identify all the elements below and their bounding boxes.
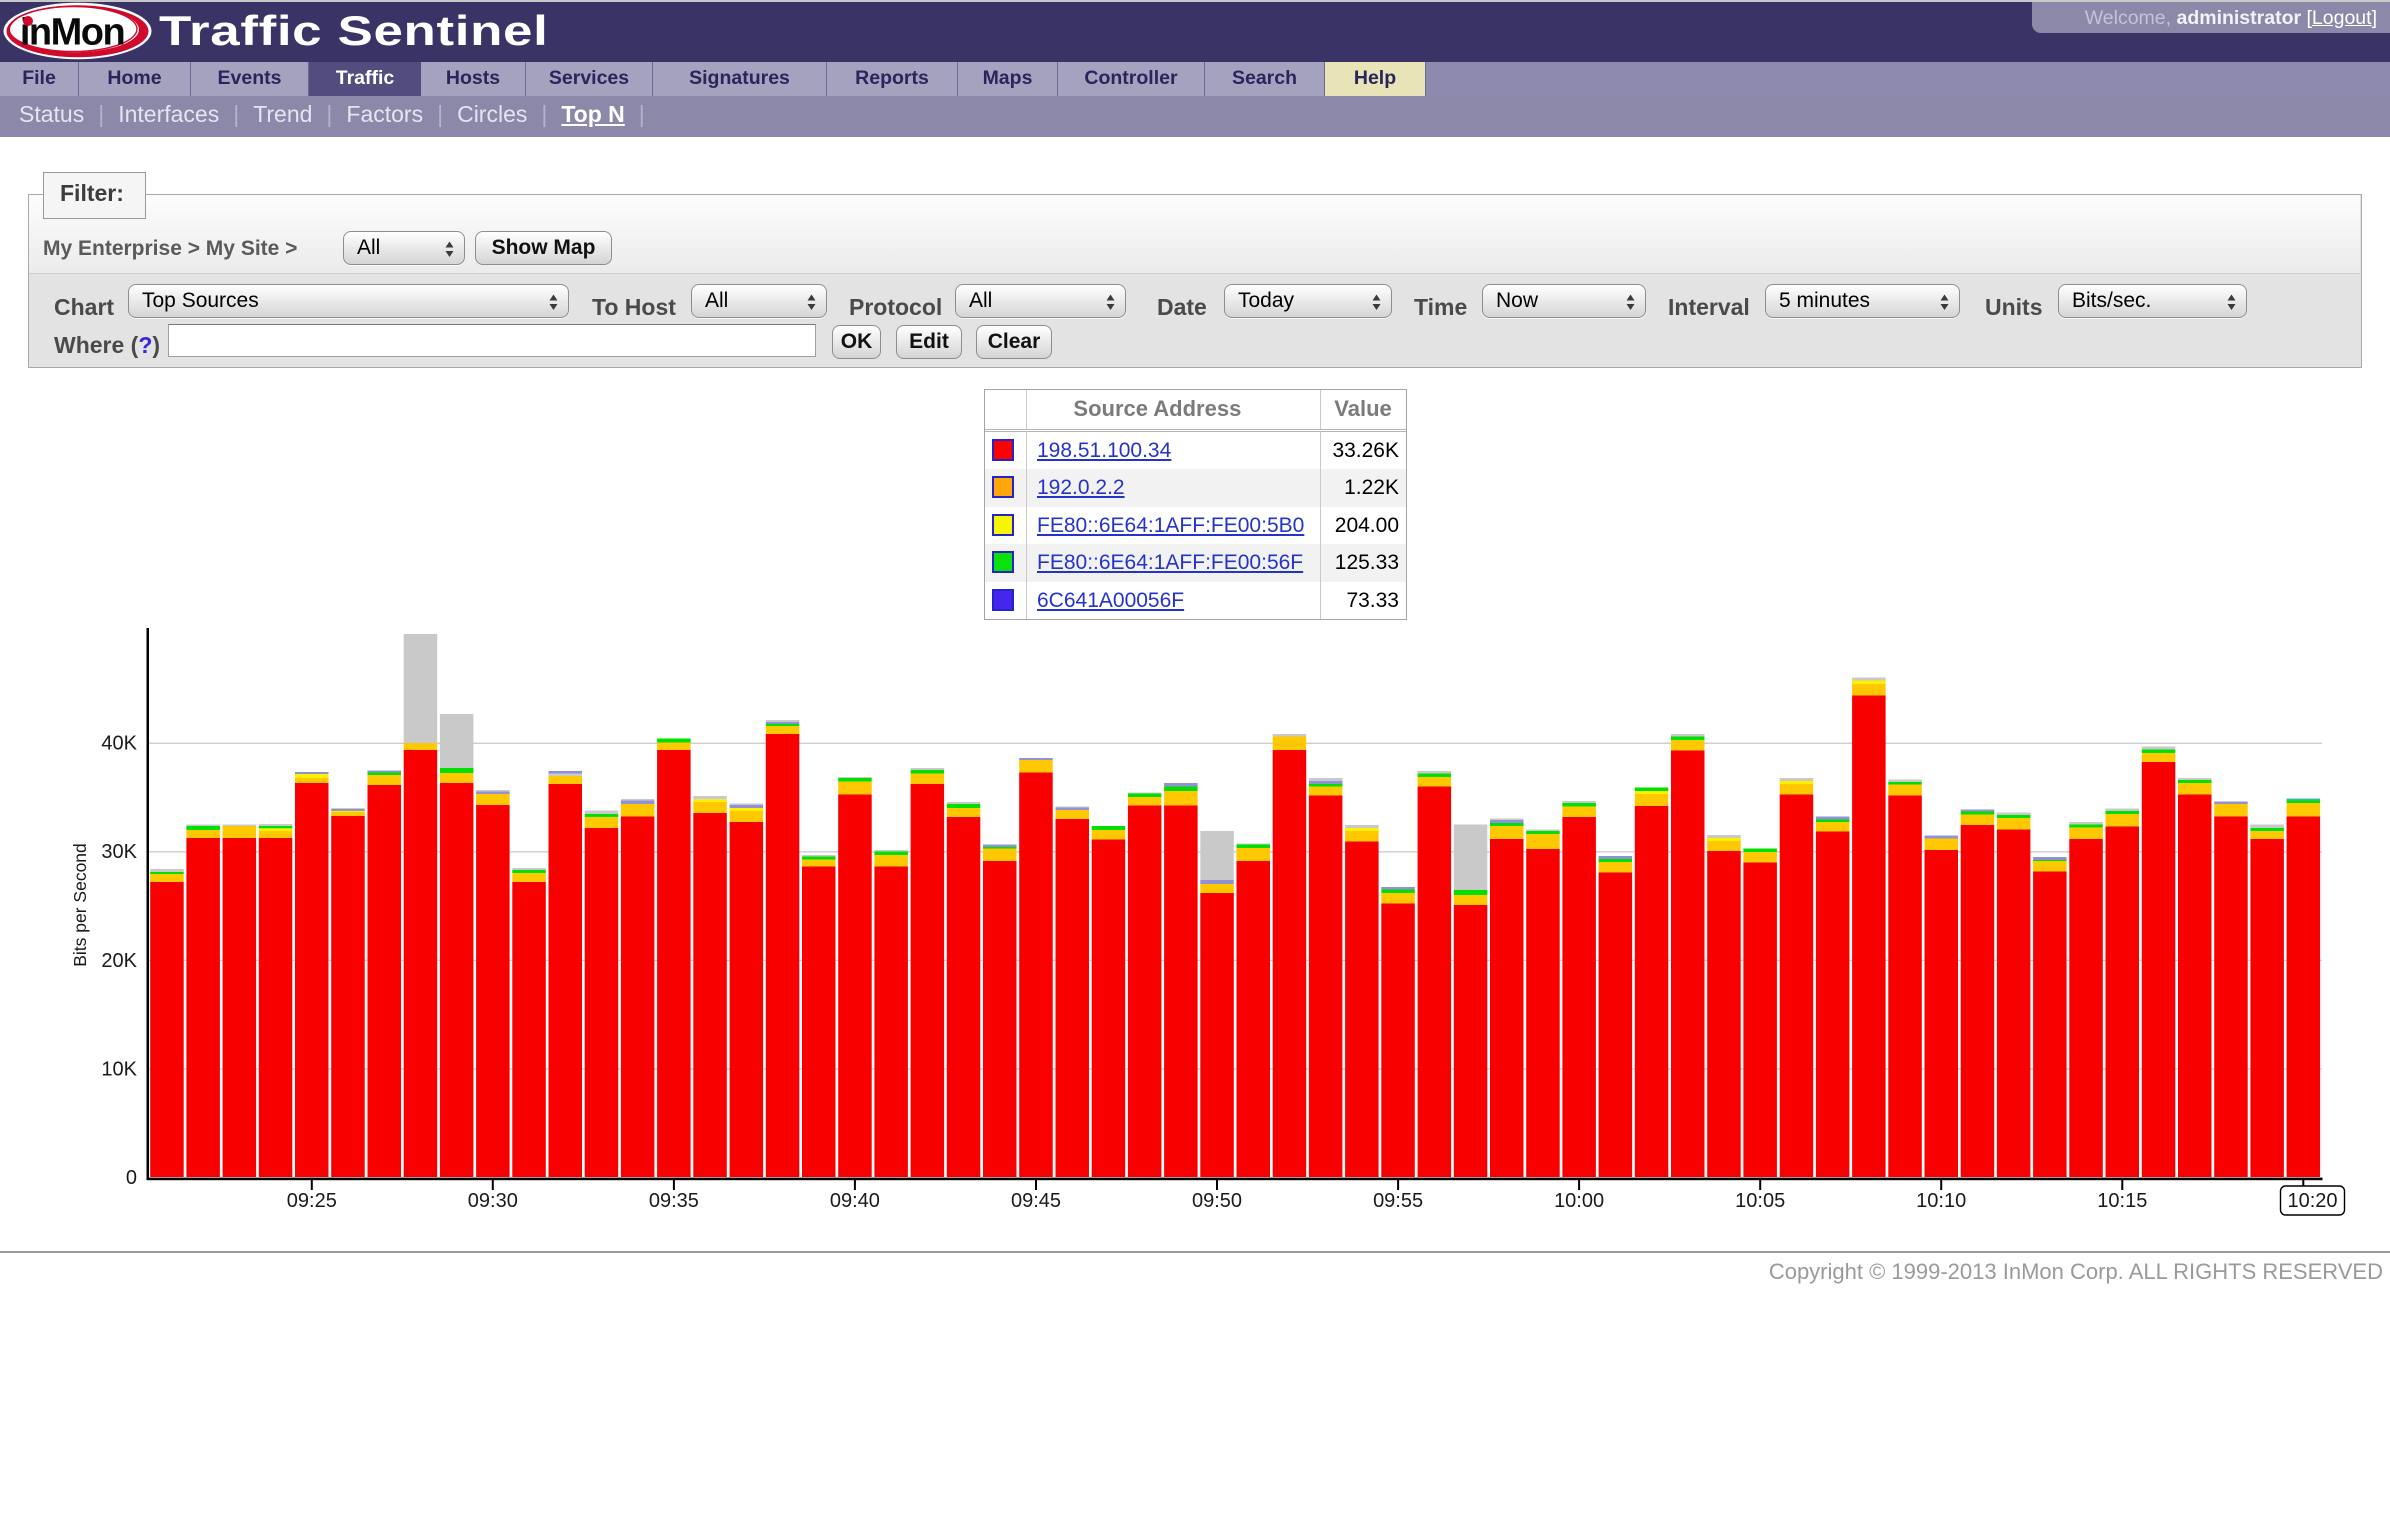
svg-text:20K: 20K [101, 950, 137, 972]
svg-text:09:30: 09:30 [468, 1190, 518, 1212]
svg-text:10:00: 10:00 [1554, 1190, 1604, 1212]
svg-text:10:15: 10:15 [2097, 1190, 2147, 1212]
svg-text:09:40: 09:40 [830, 1190, 880, 1212]
svg-text:10K: 10K [101, 1058, 137, 1080]
svg-text:10:10: 10:10 [1916, 1190, 1966, 1212]
svg-text:0: 0 [126, 1167, 137, 1189]
svg-text:inMon: inMon [20, 12, 124, 54]
svg-text:40K: 40K [101, 733, 137, 755]
svg-text:30K: 30K [101, 841, 137, 863]
svg-text:10:05: 10:05 [1735, 1190, 1785, 1212]
svg-text:09:50: 09:50 [1192, 1190, 1242, 1212]
svg-text:10:20: 10:20 [2287, 1190, 2337, 1212]
svg-text:09:45: 09:45 [1011, 1190, 1061, 1212]
svg-text:09:25: 09:25 [287, 1190, 337, 1212]
svg-text:09:35: 09:35 [649, 1190, 699, 1212]
svg-text:Bits per Second: Bits per Second [70, 843, 90, 967]
svg-text:09:55: 09:55 [1373, 1190, 1423, 1212]
